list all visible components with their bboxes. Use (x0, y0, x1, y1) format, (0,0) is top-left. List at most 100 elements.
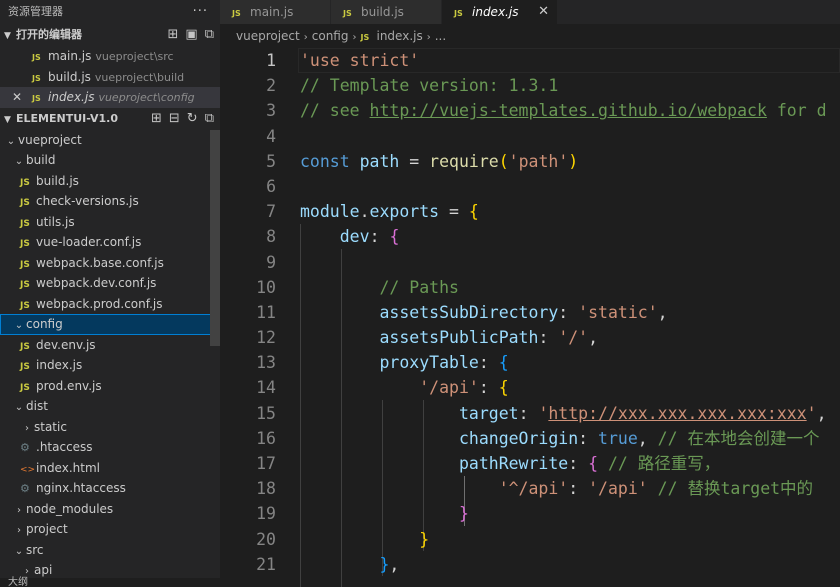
tree-folder-node-modules[interactable]: › node_modules (0, 499, 220, 520)
js-file-icon: JS (454, 9, 463, 18)
code-link[interactable]: http://vuejs-templates.github.io/webpack (370, 101, 767, 120)
tree-file-utils-js[interactable]: JS utils.js (0, 212, 220, 233)
code-token: exports (369, 202, 440, 222)
chevron-right-icon: › (17, 504, 21, 516)
explorer-title-label: 资源管理器 (8, 5, 63, 18)
tree-label: vueproject (18, 132, 82, 147)
breadcrumb-item[interactable]: config (312, 29, 349, 43)
code-token: // Paths (379, 277, 459, 297)
close-icon[interactable]: ✕ (12, 87, 22, 108)
js-file-icon: JS (20, 382, 30, 393)
line-number: 9 (266, 252, 276, 272)
code-token: '/api' (588, 479, 648, 499)
code-line: 19 } (220, 501, 840, 526)
tree-folder-build[interactable]: ⌄ build (0, 150, 220, 171)
breadcrumb-item[interactable]: vueproject (236, 29, 300, 43)
code-token: // 替换target中的 (657, 479, 814, 499)
line-number: 6 (266, 176, 276, 196)
editor-area: JS main.js JS build.js JS index.js ✕ vueproj… (220, 0, 840, 587)
chevron-down-icon: ⌄ (14, 545, 24, 557)
tree-folder-static[interactable]: › static (0, 417, 220, 438)
tree-label: vue-loader.conf.js (36, 235, 142, 249)
explorer-sidebar: 资源管理器 ··· ▼ 打开的编辑器 ⊞ ▣ ⧉ JS main.js vueproj… (0, 0, 220, 587)
js-file-icon: JS (20, 218, 30, 229)
tab-index-js[interactable]: JS index.js ✕ (442, 0, 558, 24)
tab-label: build.js (361, 5, 404, 19)
tree-file-vue-loader-conf-js[interactable]: JS vue-loader.conf.js (0, 232, 220, 253)
open-editors-header[interactable]: ▼ 打开的编辑器 ⊞ ▣ ⧉ (0, 24, 220, 46)
new-untitled-file-icon[interactable]: ⊞ (168, 24, 179, 46)
gear-icon: ⚙ (20, 441, 30, 454)
code-token: ' (538, 403, 549, 423)
tree-file-index-html[interactable]: <>index.html (0, 458, 220, 479)
tree-folder-project[interactable]: › project (0, 519, 220, 540)
tree-folder-dist[interactable]: ⌄ dist (0, 396, 220, 417)
tree-file-nginx-htaccess[interactable]: ⚙ nginx.htaccess (0, 478, 220, 499)
tree-label: build.js (36, 173, 79, 188)
tree-file-build-js[interactable]: JS build.js (0, 171, 220, 192)
new-folder-icon[interactable]: ⊟ (169, 108, 180, 130)
editor-tabs: JS main.js JS build.js JS index.js ✕ (220, 0, 840, 24)
open-editor-index-js[interactable]: ✕ JS index.js vueproject\config (0, 87, 220, 108)
code-token: '/api' (419, 378, 479, 398)
code-token: path (359, 151, 400, 171)
code-token: '/' (558, 328, 589, 348)
workspace-header[interactable]: ▼ ELEMENTUI-V1.0 ⊞ ⊟ ↻ ⧉ (0, 108, 220, 130)
refresh-icon[interactable]: ↻ (187, 108, 198, 130)
tree-label: nginx.htaccess (36, 481, 126, 495)
chevron-down-icon: ⌄ (14, 156, 24, 167)
tree-file-htaccess[interactable]: ⚙ .htaccess (0, 437, 220, 458)
js-file-icon: JS (20, 198, 30, 208)
code-line: 1 'use strict' (220, 48, 840, 73)
tree-folder-src[interactable]: ⌄ src (0, 540, 220, 561)
breadcrumb-item[interactable]: ... (435, 29, 446, 43)
line-number: 13 (256, 353, 276, 373)
chevron-down-icon: ⌄ (6, 135, 16, 147)
code-token: // Template version: 1.3.1 (300, 76, 559, 96)
tab-main-js[interactable]: JS main.js (220, 0, 331, 24)
outline-title: 大纲 (8, 577, 28, 587)
line-number: 5 (266, 151, 276, 171)
js-file-icon: JS (32, 73, 41, 83)
tree-file-webpack-prod-conf-js[interactable]: JS webpack.prod.conf.js (0, 294, 220, 315)
open-editor-main-js[interactable]: JS main.js vueproject\src (0, 46, 220, 67)
close-all-icon[interactable]: ⧉ (205, 24, 214, 46)
code-token: 'path' (508, 151, 569, 171)
code-token: 'use strict' (300, 51, 420, 70)
code-line: 7 module.exports = { (220, 199, 840, 224)
tree-file-webpack-dev-conf-js[interactable]: JS webpack.dev.conf.js (0, 273, 220, 294)
tree-label: src (26, 542, 44, 557)
code-link[interactable]: http://xxx.xxx.xxx.xxx:xxx (548, 404, 806, 423)
code-line: 3 // see http://vuejs-templates.github.io… (220, 98, 840, 123)
save-all-icon[interactable]: ▣ (185, 24, 197, 46)
code-editor[interactable]: 1 'use strict' 2 // Template version: 1.3.… (220, 48, 840, 587)
tree-file-check-versions-js[interactable]: JS check-versions.js (0, 191, 220, 212)
tree-file-prod-env-js[interactable]: JS prod.env.js (0, 376, 220, 397)
tab-build-js[interactable]: JS build.js (331, 0, 442, 24)
open-editor-build-js[interactable]: JS build.js vueproject\build (0, 67, 220, 88)
open-editor-filename: main.js (48, 49, 92, 63)
new-file-icon[interactable]: ⊞ (151, 108, 162, 130)
chevron-right-icon: › (303, 32, 308, 43)
tree-label: index.html (36, 460, 100, 475)
line-number: 20 (256, 529, 276, 549)
tree-file-index-js[interactable]: JS index.js (0, 355, 220, 376)
code-token: // see (300, 101, 370, 121)
code-line: 12 assetsPublicPath: '/', (220, 325, 840, 350)
outline-header[interactable]: 大纲 (0, 578, 220, 587)
code-token: dev (339, 227, 370, 247)
code-token: 'static' (578, 302, 658, 322)
collapse-all-icon[interactable]: ⧉ (205, 108, 214, 130)
breadcrumb-item[interactable]: index.js (376, 29, 422, 43)
line-number: 10 (256, 277, 276, 297)
more-actions-icon[interactable]: ··· (193, 0, 208, 24)
tree-folder-config[interactable]: ⌄ config (0, 314, 220, 335)
line-number: 2 (266, 76, 276, 96)
js-file-icon: JS (20, 259, 30, 270)
tree-folder-vueproject[interactable]: ⌄ vueproject (0, 130, 220, 151)
sidebar-scrollbar[interactable] (210, 130, 220, 346)
line-number: 12 (256, 328, 276, 348)
close-icon[interactable]: ✕ (538, 0, 549, 24)
tree-file-dev-env-js[interactable]: JS dev.env.js (0, 335, 220, 356)
tree-file-webpack-base-conf-js[interactable]: JS webpack.base.conf.js (0, 253, 220, 274)
